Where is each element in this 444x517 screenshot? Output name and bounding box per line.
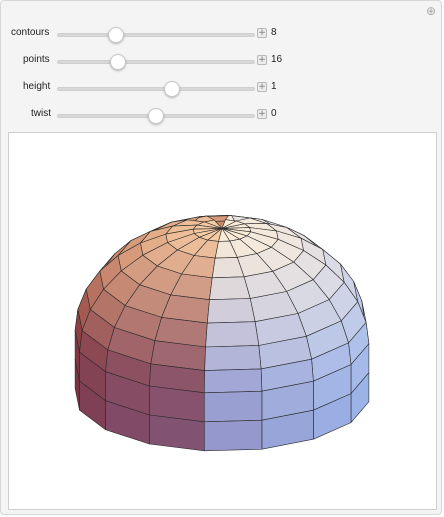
twist-stepper-icon[interactable]: + xyxy=(257,109,267,119)
twist-slider[interactable] xyxy=(57,108,255,124)
height-stepper-icon[interactable]: + xyxy=(257,82,267,92)
surface-facet xyxy=(209,276,251,300)
twist-slider-thumb[interactable] xyxy=(148,108,164,124)
surface-facet xyxy=(204,419,263,452)
surface-facet xyxy=(204,368,263,394)
manipulate-panel: ⊕ contours + 8 points + 16 height + 1 tw… xyxy=(0,0,442,515)
contours-slider[interactable] xyxy=(57,27,255,43)
points-value: 16 xyxy=(271,54,283,65)
surface-facet xyxy=(204,390,263,423)
height-label: height xyxy=(23,81,51,92)
points-slider[interactable] xyxy=(57,54,255,70)
surface-facet xyxy=(205,321,260,348)
contours-slider-thumb[interactable] xyxy=(108,27,124,43)
contours-control: contours + 8 xyxy=(1,21,301,47)
points-slider-thumb[interactable] xyxy=(110,54,126,70)
surface-facet xyxy=(204,345,262,371)
points-stepper-icon[interactable]: + xyxy=(257,55,267,65)
plus-icon[interactable]: ⊕ xyxy=(425,5,437,17)
twist-label: twist xyxy=(31,108,51,119)
contours-label: contours xyxy=(11,27,50,38)
plot-area[interactable] xyxy=(8,132,437,510)
height-slider-thumb[interactable] xyxy=(164,81,180,97)
height-slider[interactable] xyxy=(57,81,255,97)
dome-surface[interactable] xyxy=(9,133,436,509)
contours-value: 8 xyxy=(271,27,277,38)
points-control: points + 16 xyxy=(1,48,301,74)
twist-control: twist + 0 xyxy=(1,102,301,128)
twist-value: 0 xyxy=(271,108,277,119)
surface-facet xyxy=(207,298,256,324)
height-control: height + 1 xyxy=(1,75,301,101)
contours-stepper-icon[interactable]: + xyxy=(257,28,267,38)
height-value: 1 xyxy=(271,81,277,92)
points-label: points xyxy=(23,54,50,65)
